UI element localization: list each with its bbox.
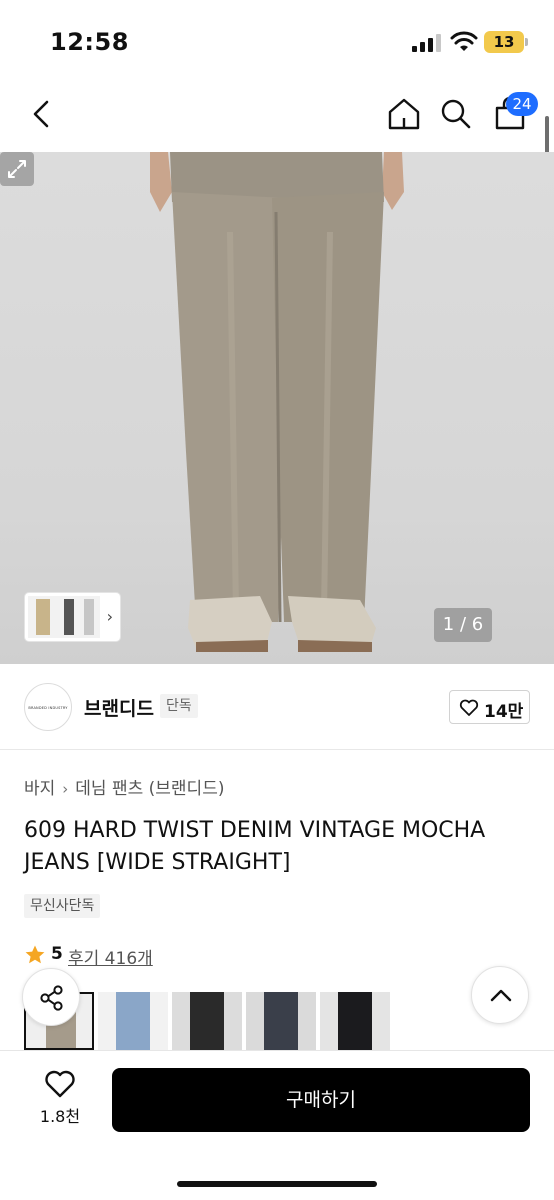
rating-score: 5 xyxy=(51,944,63,964)
variant-dark-navy[interactable] xyxy=(246,992,316,1050)
color-variant-list xyxy=(24,992,404,1050)
breadcrumb: 바지 › 데님 팬츠 (브랜디드) xyxy=(24,774,224,799)
heart-icon xyxy=(459,699,479,716)
wishlist-count: 1.8천 xyxy=(39,1107,81,1126)
review-count-link[interactable]: 후기 416개 xyxy=(68,944,153,969)
product-image[interactable]: › 1 / 6 xyxy=(0,152,554,664)
status-bar: 12:58 13 xyxy=(0,0,554,84)
brand-like-button[interactable]: 14만 xyxy=(449,690,530,724)
wishlist-button[interactable]: 1.8천 xyxy=(24,1069,96,1129)
product-photo xyxy=(150,152,404,652)
cart-count-badge: 24 xyxy=(506,92,538,116)
variant-thumbnail xyxy=(320,992,390,1050)
brand-logo[interactable]: BRANDED INDUSTRY xyxy=(24,683,72,731)
exclusive-badge: 무신사단독 xyxy=(24,894,101,918)
brand-name[interactable]: 브랜디드 xyxy=(84,694,154,721)
share-icon xyxy=(40,985,63,1011)
chevron-right-icon: › xyxy=(106,607,113,626)
top-nav xyxy=(0,84,554,152)
status-time: 12:58 xyxy=(50,28,129,56)
variant-thumbnail xyxy=(172,992,242,1050)
variant-thumbnail xyxy=(246,992,316,1050)
breadcrumb-subcategory[interactable]: 데님 팬츠 (브랜디드) xyxy=(75,779,224,799)
signal-icon xyxy=(412,34,442,52)
chevron-right-icon: › xyxy=(62,780,69,798)
variant-raw-black[interactable] xyxy=(320,992,390,1050)
brand-row: BRANDED INDUSTRY 브랜디드 단독 14만 xyxy=(0,664,554,750)
buy-button[interactable]: 구매하기 xyxy=(112,1068,530,1132)
image-page-indicator: 1 / 6 xyxy=(434,608,492,642)
share-button[interactable] xyxy=(22,968,80,1026)
search-icon[interactable] xyxy=(436,94,476,134)
variant-light-blue[interactable] xyxy=(98,992,168,1050)
home-icon[interactable] xyxy=(384,94,424,134)
brand-like-count: 14만 xyxy=(484,702,524,722)
product-title: 609 HARD TWIST DENIM VINTAGE MOCHA JEANS… xyxy=(24,818,486,875)
chevron-up-icon xyxy=(490,989,512,1002)
star-icon xyxy=(25,945,45,964)
back-icon[interactable] xyxy=(22,94,62,134)
variant-thumbnail xyxy=(98,992,168,1050)
variant-black[interactable] xyxy=(172,992,242,1050)
battery-icon: 13 xyxy=(484,31,528,53)
home-indicator xyxy=(177,1181,377,1187)
brand-exclusive-tag: 단독 xyxy=(160,694,198,718)
scroll-top-button[interactable] xyxy=(471,966,529,1024)
bottom-action-bar: 1.8천 구매하기 xyxy=(0,1050,554,1200)
thumbnail-preview xyxy=(28,596,100,638)
wifi-icon xyxy=(450,31,478,51)
thumbnail-strip[interactable]: › xyxy=(24,592,121,642)
breadcrumb-category[interactable]: 바지 xyxy=(24,779,55,799)
expand-icon[interactable] xyxy=(0,152,34,186)
heart-icon xyxy=(45,1070,75,1098)
